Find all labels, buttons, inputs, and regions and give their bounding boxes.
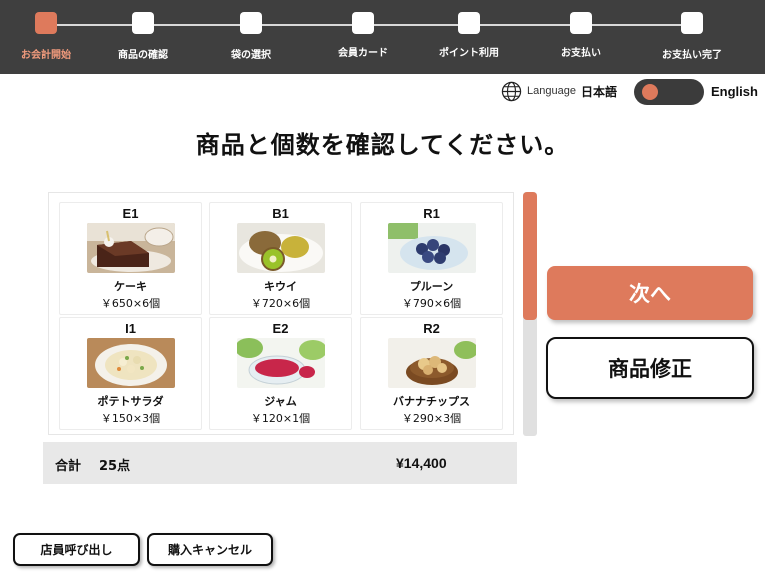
step-marker [35,12,57,34]
total-bar: 合計 25点 ¥14,400 [43,442,517,484]
step-member-card: 会員カード [303,12,423,59]
language-toggle[interactable] [634,79,704,105]
scrollbar-thumb[interactable] [523,192,537,320]
product-price: ￥290×3個 [401,412,462,425]
step-payment-complete: お支払い完了 [632,12,752,61]
call-staff-button[interactable]: 店員呼び出し [13,533,140,566]
product-card[interactable]: R2 バナナチップス ￥290×3個 [360,317,503,430]
language-caption: Language [527,85,576,97]
language-indicator: Language 日本語 [501,80,617,102]
step-marker [681,12,703,34]
jam-image [236,338,325,388]
step-marker [570,12,592,34]
product-price: ￥150×3個 [100,412,161,425]
globe-icon [501,81,522,101]
product-list-scrollbar[interactable] [523,192,537,436]
product-code: R1 [423,206,440,221]
edit-items-button[interactable]: 商品修正 [546,337,754,399]
cancel-purchase-button[interactable]: 購入キャンセル [147,533,273,566]
step-payment: お支払い [521,12,641,59]
english-label[interactable]: English [711,84,758,99]
step-marker [352,12,374,34]
product-code: I1 [125,321,136,336]
product-card[interactable]: I1 ポテトサラダ ￥150×3個 [59,317,202,430]
total-count: 25点 [99,459,131,474]
step-label: ポイント利用 [439,48,499,59]
total-amount: ¥14,400 [396,455,447,471]
product-name: バナナチップス [393,395,470,408]
product-name: キウイ [264,280,297,293]
step-label: 袋の選択 [231,50,271,61]
product-card[interactable]: R1 プルーン ￥790×6個 [360,202,503,315]
product-name: プルーン [409,280,454,293]
current-language: 日本語 [580,84,617,99]
step-label: 商品の確認 [118,50,168,61]
step-label: 会員カード [338,48,388,59]
product-price: ￥120×1個 [250,412,311,425]
step-label: お支払い [561,48,601,59]
step-marker [240,12,262,34]
total-label: 合計 [55,459,82,474]
step-confirm-items: 商品の確認 [83,12,203,61]
product-code: E2 [272,321,289,336]
kiwi-image [236,223,325,273]
step-points: ポイント利用 [409,12,529,59]
product-code: E1 [122,206,139,221]
product-card[interactable]: B1 キウイ ￥720×6個 [209,202,352,315]
potato-salad-image [86,338,175,388]
cake-image [86,223,175,273]
product-price: ￥720×6個 [250,297,311,310]
product-price: ￥790×6個 [401,297,462,310]
product-name: ジャム [264,395,297,408]
step-marker [458,12,480,34]
product-code: B1 [272,206,289,221]
toggle-knob [642,84,658,100]
product-name: ケーキ [114,280,147,293]
step-marker [132,12,154,34]
page-title: 商品と個数を確認してください。 [195,131,570,159]
product-code: R2 [423,321,440,336]
product-card[interactable]: E1 ケーキ ￥650×6個 [59,202,202,315]
step-bag-select: 袋の選択 [191,12,311,61]
step-label: お支払い完了 [662,50,722,61]
product-list: E1 ケーキ ￥650×6個 B1 キウイ ￥720×6個 R1 プルーン ￥7… [48,192,514,435]
product-card[interactable]: E2 ジャム ￥120×1個 [209,317,352,430]
next-button[interactable]: 次へ [547,266,753,320]
product-price: ￥650×6個 [100,297,161,310]
product-name: ポテトサラダ [97,395,164,408]
banana-chips-image [387,338,476,388]
progress-header: お会計開始 商品の確認 袋の選択 会員カード ポイント利用 お支払い お支払い完… [0,0,765,74]
prune-image [387,223,476,273]
